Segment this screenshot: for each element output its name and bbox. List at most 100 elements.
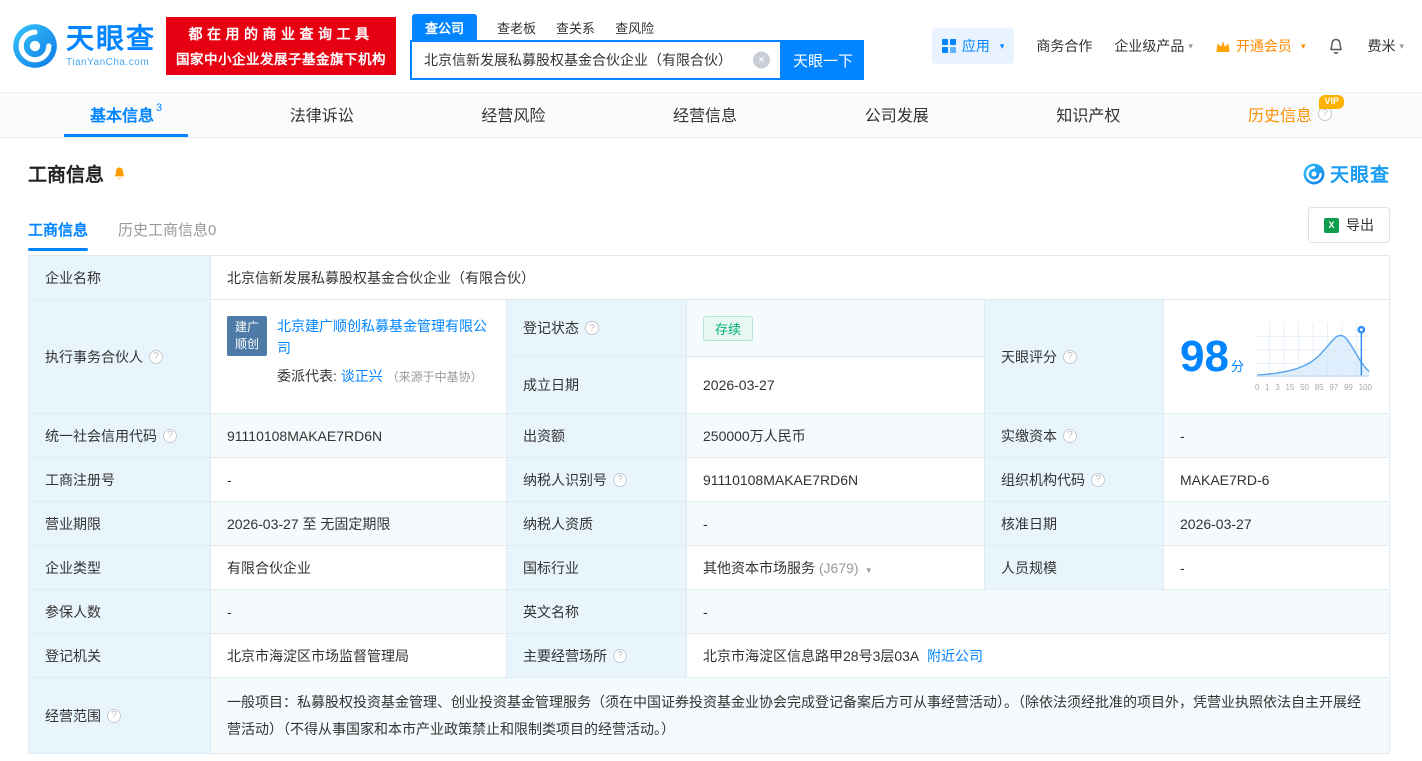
partner-company-link[interactable]: 北京建广顺创私募基金管理有限公司 bbox=[277, 318, 487, 356]
company-type-value: 有限合伙企业 bbox=[210, 545, 507, 590]
top-header: 天眼查 TianYanCha.com 都在用的商业查询工具 国家中小企业发展子基… bbox=[0, 0, 1422, 92]
paid-capital-label: 实缴资本 ? bbox=[984, 413, 1164, 458]
menu-cooperation[interactable]: 商务合作 bbox=[1036, 36, 1092, 56]
search-tab-boss[interactable]: 查老板 bbox=[497, 18, 536, 40]
registration-status-value: 存续 bbox=[686, 299, 985, 357]
tab-basic-info[interactable]: 基本信息 3 bbox=[64, 93, 189, 137]
help-icon[interactable]: ? bbox=[613, 472, 627, 487]
tianyancha-watermark-icon bbox=[1303, 163, 1325, 184]
score-number: 98 分 bbox=[1180, 331, 1244, 381]
clear-icon[interactable]: ✕ bbox=[753, 51, 771, 69]
menu-enterprise[interactable]: 企业级产品 ▾ bbox=[1114, 36, 1193, 56]
company-name-label: 企业名称 bbox=[28, 255, 211, 300]
credit-code-label: 统一社会信用代码 ? bbox=[28, 413, 211, 458]
apps-grid-icon bbox=[941, 39, 956, 53]
company-type-label: 企业类型 bbox=[28, 545, 211, 590]
taxpayer-quality-label: 纳税人资质 bbox=[506, 501, 687, 546]
help-icon[interactable]: ? bbox=[613, 648, 627, 663]
tab-legal-proceedings-label: 法律诉讼 bbox=[289, 107, 354, 125]
tab-legal-proceedings[interactable]: 法律诉讼 bbox=[264, 93, 380, 137]
help-icon[interactable]: ? bbox=[1063, 349, 1077, 364]
export-button[interactable]: X 导出 bbox=[1308, 207, 1390, 243]
tianyancha-logo[interactable]: 天眼查 TianYanCha.com bbox=[12, 23, 156, 69]
header-menu: 应用 ▾ 商务合作 企业级产品 ▾ 开通会员 ▾ 费米 ▾ bbox=[931, 28, 1404, 64]
section-tabs: 工商信息 历史工商信息0 X 导出 bbox=[28, 207, 1390, 251]
capital-label: 出资额 bbox=[506, 413, 687, 458]
industry-name: 其他资本市场服务 bbox=[703, 559, 815, 576]
tab-business-risk-label: 经营风险 bbox=[481, 107, 546, 125]
chevron-down-icon: ▾ bbox=[1300, 40, 1306, 51]
excel-icon: X bbox=[1324, 217, 1339, 233]
promo-banner-line1: 都在用的商业查询工具 bbox=[188, 26, 374, 42]
tianyan-score-value: 98 分 0 1 3 15 50 85 97 99 100 bbox=[1163, 299, 1390, 414]
reg-no-label: 工商注册号 bbox=[28, 457, 211, 502]
company-nav: 基本信息 3 法律诉讼 经营风险 经营信息 公司发展 知识产权 VIP 历史信息… bbox=[0, 92, 1422, 138]
industry-label: 国标行业 bbox=[506, 545, 687, 590]
chevron-down-icon[interactable]: ▾ bbox=[866, 565, 871, 575]
score-chart: 01 3 15 50 85 97 99 100 bbox=[1254, 321, 1373, 392]
logo-title: 天眼查 bbox=[66, 22, 157, 54]
chevron-down-icon: ▾ bbox=[1188, 40, 1193, 51]
executive-partner-label: 执行事务合伙人 ? bbox=[28, 299, 211, 414]
nearby-companies-link[interactable]: 附近公司 bbox=[927, 648, 983, 664]
promo-banner: 都在用的商业查询工具 国家中小企业发展子基金旗下机构 bbox=[166, 17, 397, 75]
logo-subtitle: TianYanCha.com bbox=[66, 56, 150, 68]
subtab-history-business-info[interactable]: 历史工商信息0 bbox=[118, 219, 216, 251]
tab-company-development-label: 公司发展 bbox=[864, 107, 929, 125]
org-code-value: MAKAE7RD-6 bbox=[1163, 457, 1390, 502]
help-icon[interactable]: ? bbox=[585, 321, 599, 335]
tab-history-info[interactable]: VIP 历史信息 ? bbox=[1222, 93, 1358, 137]
section-watermark-logo: 天眼查 bbox=[1303, 160, 1390, 187]
business-term-label: 营业期限 bbox=[28, 501, 211, 546]
tab-basic-info-label: 基本信息 bbox=[90, 107, 155, 125]
menu-open-vip[interactable]: 开通会员 ▾ bbox=[1215, 36, 1306, 56]
help-icon[interactable]: ? bbox=[149, 349, 163, 364]
executive-partner-value: 建广顺创 北京建广顺创私募基金管理有限公司 委派代表: 谈正兴 （来源于中基协） bbox=[210, 299, 507, 414]
help-icon[interactable]: ? bbox=[1063, 428, 1077, 443]
vip-badge: VIP bbox=[1319, 95, 1344, 109]
search-tab-risk[interactable]: 查风险 bbox=[615, 18, 654, 40]
notification-bell-icon[interactable] bbox=[1327, 37, 1345, 56]
taxpayer-id-label: 纳税人识别号 ? bbox=[506, 457, 687, 502]
founded-date-label: 成立日期 bbox=[506, 356, 687, 414]
tab-intellectual-property-label: 知识产权 bbox=[1056, 107, 1121, 125]
apps-menu-label: 应用 bbox=[961, 38, 990, 54]
search-button[interactable]: 天眼一下 bbox=[782, 40, 865, 80]
company-name-value: 北京信新发展私募股权基金合伙企业（有限合伙） bbox=[210, 255, 1390, 300]
registration-status-label: 登记状态 ? bbox=[506, 299, 687, 357]
business-scope-value: 一般项目：私募股权投资基金管理、创业投资基金管理服务（须在中国证券投资基金业协会… bbox=[210, 676, 1390, 755]
approve-date-value: 2026-03-27 bbox=[1163, 501, 1390, 546]
search-tabs: 查公司 查老板 查关系 查风险 bbox=[410, 14, 864, 40]
user-menu[interactable]: 费米 ▾ bbox=[1367, 36, 1404, 56]
help-icon[interactable]: ? bbox=[1091, 472, 1105, 487]
help-icon[interactable]: ? bbox=[163, 428, 177, 443]
business-term-value: 2026-03-27 至 无固定期限 bbox=[210, 501, 507, 546]
tab-business-risk[interactable]: 经营风险 bbox=[455, 93, 571, 137]
business-scope-label: 经营范围 ? bbox=[28, 676, 211, 755]
search-input[interactable] bbox=[412, 42, 781, 78]
section-title: 工商信息 bbox=[28, 165, 105, 186]
business-address-label: 主要经营场所 ? bbox=[506, 633, 687, 678]
search-tab-company[interactable]: 查公司 bbox=[412, 14, 478, 40]
apps-menu[interactable]: 应用 ▾ bbox=[931, 28, 1015, 64]
taxpayer-quality-value: - bbox=[686, 501, 985, 546]
tab-history-info-label: 历史信息 bbox=[1247, 107, 1312, 125]
tab-company-development[interactable]: 公司发展 bbox=[839, 93, 955, 137]
reg-no-value: - bbox=[210, 457, 507, 502]
delegate-source: （来源于中基协） bbox=[386, 370, 483, 385]
help-icon[interactable]: ? bbox=[107, 708, 121, 723]
tianyancha-logo-icon bbox=[13, 24, 57, 68]
subscribe-bell-icon[interactable] bbox=[112, 166, 127, 182]
chevron-down-icon: ▾ bbox=[999, 40, 1005, 51]
tab-business-info-label: 经营信息 bbox=[673, 107, 738, 125]
tab-business-info[interactable]: 经营信息 bbox=[647, 93, 763, 137]
business-info-table: 企业名称 北京信新发展私募股权基金合伙企业（有限合伙） 执行事务合伙人 ? 建广… bbox=[28, 255, 1390, 755]
delegate-name-link[interactable]: 谈正兴 bbox=[341, 368, 383, 384]
registration-authority-label: 登记机关 bbox=[28, 633, 211, 678]
menu-open-vip-label: 开通会员 bbox=[1235, 38, 1292, 54]
search-tab-relation[interactable]: 查关系 bbox=[556, 18, 595, 40]
main-content: 工商信息 天眼查 工商信息 历史工商信息0 X 导出 企业名称 北京信新发展私募… bbox=[0, 160, 1422, 755]
subtab-business-info[interactable]: 工商信息 bbox=[28, 219, 89, 251]
founded-date-value: 2026-03-27 bbox=[686, 356, 985, 414]
tab-intellectual-property[interactable]: 知识产权 bbox=[1030, 93, 1146, 137]
